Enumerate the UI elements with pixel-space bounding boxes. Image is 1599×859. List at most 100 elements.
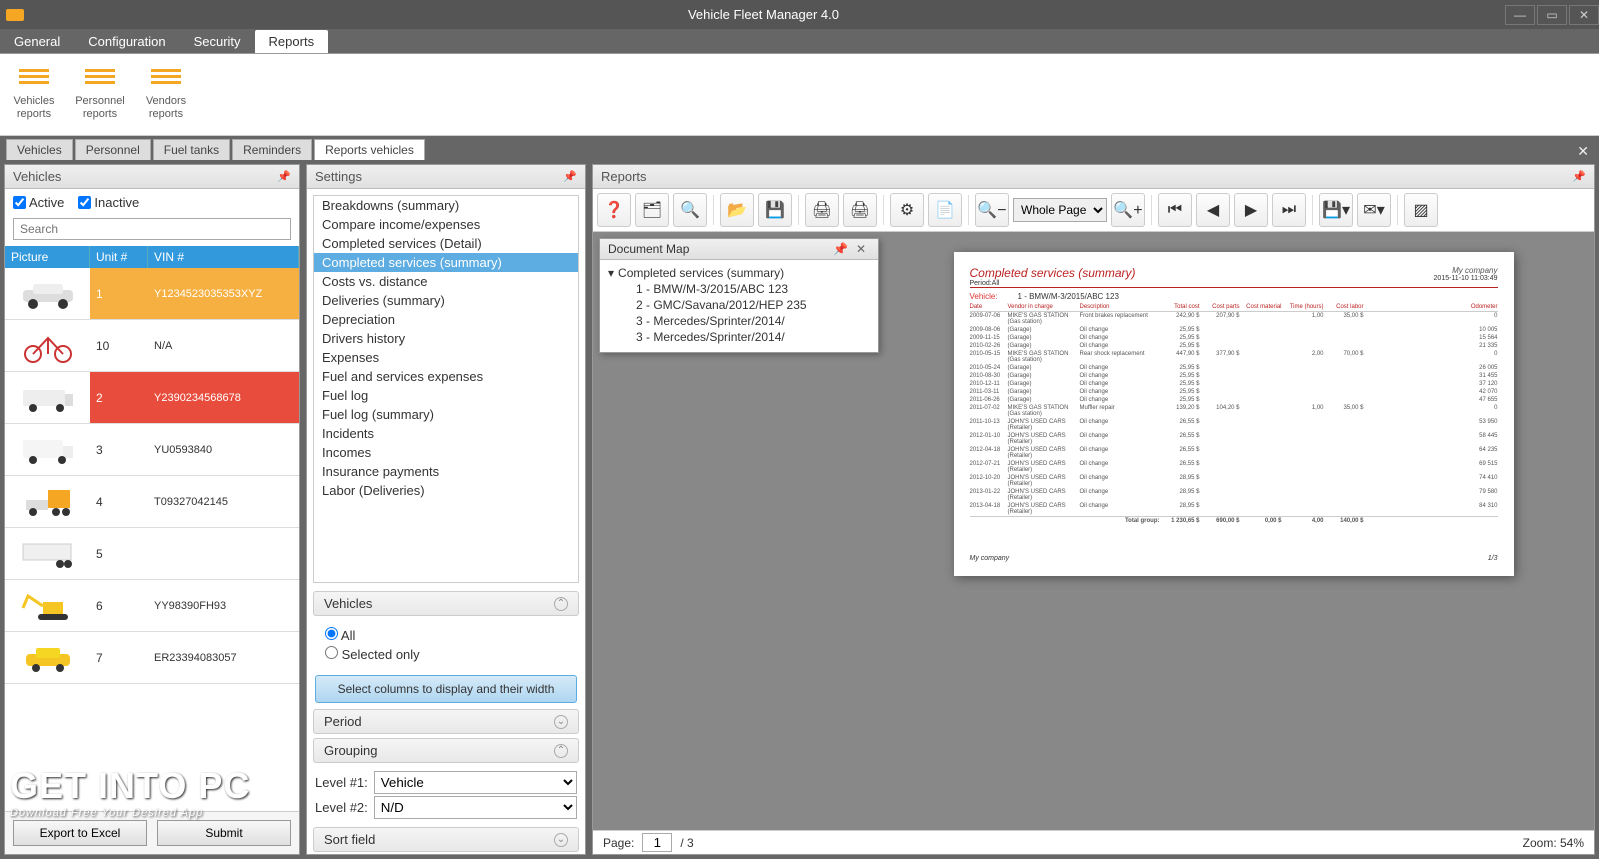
doc-tab-vehicles[interactable]: Vehicles bbox=[6, 139, 73, 160]
page-setup-icon[interactable]: ⚙ bbox=[890, 193, 924, 227]
page-input[interactable] bbox=[642, 833, 672, 852]
report-option[interactable]: Drivers history bbox=[314, 329, 578, 348]
vehicle-row[interactable]: 4T09327042145 bbox=[5, 476, 299, 528]
report-option[interactable]: Insurance payments bbox=[314, 462, 578, 481]
active-checkbox[interactable]: Active bbox=[13, 195, 64, 210]
watermark-icon[interactable]: ▨ bbox=[1404, 193, 1438, 227]
open-icon[interactable]: 📂 bbox=[720, 193, 754, 227]
level1-select[interactable]: Vehicle bbox=[374, 771, 577, 794]
menu-tab-security[interactable]: Security bbox=[180, 30, 255, 53]
select-columns-button[interactable]: Select columns to display and their widt… bbox=[315, 675, 577, 703]
radio-selected-only[interactable]: Selected only bbox=[325, 646, 567, 662]
document-map: Document Map 📌 ✕ ▾ Completed services (s… bbox=[599, 238, 879, 353]
print-icon[interactable]: 🖨 bbox=[805, 193, 839, 227]
vehicle-vin: Y1234523035353XYZ bbox=[148, 268, 299, 319]
radio-all[interactable]: All bbox=[325, 627, 567, 643]
vehicle-thumbnail bbox=[5, 427, 90, 473]
docmap-root[interactable]: ▾ Completed services (summary) bbox=[608, 266, 870, 280]
zoom-in-icon[interactable]: 🔍+ bbox=[1111, 193, 1145, 227]
report-option[interactable]: Depreciation bbox=[314, 310, 578, 329]
doc-tab-reminders[interactable]: Reminders bbox=[232, 139, 312, 160]
expand-icon[interactable]: ⌄ bbox=[554, 833, 568, 847]
docmap-item[interactable]: 1 - BMW/M-3/2015/ABC 123 bbox=[608, 282, 870, 296]
pin-icon[interactable]: 📌 bbox=[277, 170, 291, 183]
inactive-checkbox[interactable]: Inactive bbox=[78, 195, 139, 210]
vehicle-vin: T09327042145 bbox=[148, 494, 299, 510]
first-page-icon[interactable]: ⏮ bbox=[1158, 193, 1192, 227]
zoom-select[interactable]: Whole Page bbox=[1013, 198, 1107, 222]
sort-section-header[interactable]: Sort field⌄ bbox=[313, 827, 579, 852]
level2-select[interactable]: N/D bbox=[374, 796, 577, 819]
close-tab-icon[interactable]: ✕ bbox=[1567, 143, 1599, 160]
menu-tab-general[interactable]: General bbox=[0, 30, 74, 53]
report-option[interactable]: Costs vs. distance bbox=[314, 272, 578, 291]
report-option[interactable]: Expenses bbox=[314, 348, 578, 367]
report-option[interactable]: Incomes bbox=[314, 443, 578, 462]
report-option[interactable]: Labor (Deliveries) bbox=[314, 481, 578, 500]
save-icon[interactable]: 💾 bbox=[758, 193, 792, 227]
menu-tab-reports[interactable]: Reports bbox=[255, 30, 329, 53]
report-option[interactable]: Completed services (Detail) bbox=[314, 234, 578, 253]
docmap-item[interactable]: 3 - Mercedes/Sprinter/2014/ bbox=[608, 330, 870, 344]
submit-button[interactable]: Submit bbox=[157, 820, 291, 846]
pin-icon[interactable]: 📌 bbox=[829, 242, 852, 256]
report-option[interactable]: Fuel log (summary) bbox=[314, 405, 578, 424]
vehicle-row[interactable]: 5 bbox=[5, 528, 299, 580]
document-map-icon[interactable]: 🗂 bbox=[635, 193, 669, 227]
report-list[interactable]: Breakdowns (summary)Compare income/expen… bbox=[313, 195, 579, 583]
report-option[interactable]: Completed services (summary) bbox=[314, 253, 578, 272]
vehicle-row[interactable]: 7ER23394083057 bbox=[5, 632, 299, 684]
pin-icon[interactable]: 📌 bbox=[563, 170, 577, 183]
doc-tab-personnel[interactable]: Personnel bbox=[75, 139, 151, 160]
collapse-icon[interactable]: ⌃ bbox=[554, 744, 568, 758]
docmap-item[interactable]: 2 - GMC/Savana/2012/HEP 235 bbox=[608, 298, 870, 312]
col-unit[interactable]: Unit # bbox=[90, 246, 148, 268]
search-box bbox=[13, 218, 291, 240]
pin-icon[interactable]: 📌 bbox=[1572, 170, 1586, 183]
header-footer-icon[interactable]: 📄 bbox=[928, 193, 962, 227]
vehicle-row[interactable]: 10N/A bbox=[5, 320, 299, 372]
period-section-header[interactable]: Period⌄ bbox=[313, 709, 579, 734]
docmap-item[interactable]: 3 - Mercedes/Sprinter/2014/ bbox=[608, 314, 870, 328]
grouping-section-header[interactable]: Grouping⌃ bbox=[313, 738, 579, 763]
expand-icon[interactable]: ⌄ bbox=[554, 715, 568, 729]
report-option[interactable]: Incidents bbox=[314, 424, 578, 443]
maximize-button[interactable]: ▭ bbox=[1537, 5, 1567, 25]
report-option[interactable]: Deliveries (summary) bbox=[314, 291, 578, 310]
col-vin[interactable]: VIN # bbox=[148, 246, 299, 268]
zoom-out-icon[interactable]: 🔍− bbox=[975, 193, 1009, 227]
minimize-button[interactable]: — bbox=[1505, 5, 1535, 25]
prev-page-icon[interactable]: ◀ bbox=[1196, 193, 1230, 227]
find-icon[interactable]: 🔍 bbox=[673, 193, 707, 227]
report-option[interactable]: Breakdowns (summary) bbox=[314, 196, 578, 215]
export-excel-button[interactable]: Export to Excel bbox=[13, 820, 147, 846]
next-page-icon[interactable]: ▶ bbox=[1234, 193, 1268, 227]
close-icon[interactable]: ✕ bbox=[852, 242, 870, 256]
quick-print-icon[interactable]: 🖨 bbox=[843, 193, 877, 227]
ribbon-personnel-reports[interactable]: Personnelreports bbox=[72, 58, 128, 131]
vehicle-unit: 10 bbox=[90, 337, 148, 355]
vehicle-row[interactable]: 6YY98390FH93 bbox=[5, 580, 299, 632]
report-option[interactable]: Fuel log bbox=[314, 386, 578, 405]
ribbon-vehicles-reports[interactable]: Vehiclesreports bbox=[6, 58, 62, 131]
report-option[interactable]: Fuel and services expenses bbox=[314, 367, 578, 386]
help-icon[interactable]: ❓ bbox=[597, 193, 631, 227]
doc-tab-fuel-tanks[interactable]: Fuel tanks bbox=[153, 139, 230, 160]
export-icon[interactable]: 💾▾ bbox=[1319, 193, 1353, 227]
vehicle-unit: 7 bbox=[90, 649, 148, 667]
menu-tab-configuration[interactable]: Configuration bbox=[74, 30, 179, 53]
vehicle-row[interactable]: 2Y2390234568678 bbox=[5, 372, 299, 424]
vehicle-row[interactable]: 3YU0593840 bbox=[5, 424, 299, 476]
search-input[interactable] bbox=[13, 218, 291, 240]
ribbon-vendors-reports[interactable]: Vendorsreports bbox=[138, 58, 194, 131]
doc-tab-reports-vehicles[interactable]: Reports vehicles bbox=[314, 139, 425, 160]
collapse-icon[interactable]: ⌃ bbox=[554, 597, 568, 611]
col-picture[interactable]: Picture bbox=[5, 246, 90, 268]
vehicle-row[interactable]: 1Y1234523035353XYZ bbox=[5, 268, 299, 320]
last-page-icon[interactable]: ⏭ bbox=[1272, 193, 1306, 227]
report-option[interactable]: Compare income/expenses bbox=[314, 215, 578, 234]
report-row: 2010-12-11(Garage)Oil change25,95 $37 12… bbox=[970, 380, 1498, 388]
email-icon[interactable]: ✉▾ bbox=[1357, 193, 1391, 227]
close-button[interactable]: ✕ bbox=[1569, 5, 1599, 25]
vehicles-section-header[interactable]: Vehicles⌃ bbox=[313, 591, 579, 616]
